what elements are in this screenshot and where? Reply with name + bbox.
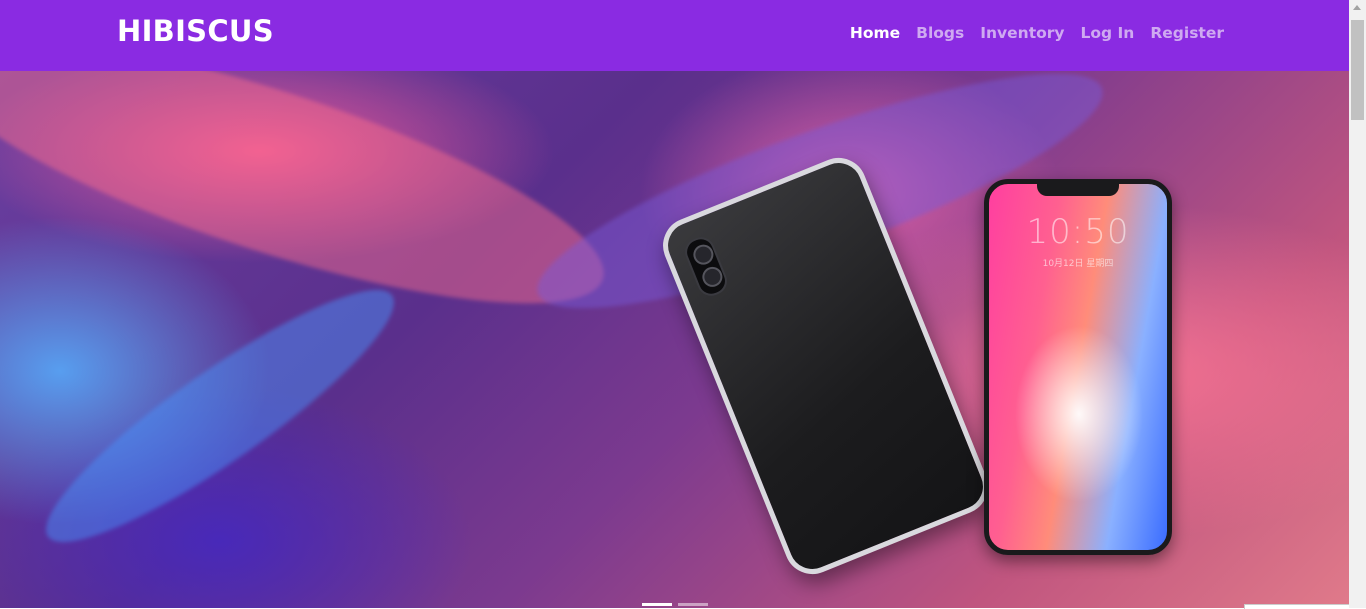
scroll-thumb[interactable] xyxy=(1351,20,1364,120)
hero-carousel[interactable]: 10:50 10月12日 星期四 xyxy=(0,71,1349,608)
phone-back-image xyxy=(654,149,997,583)
vertical-scrollbar[interactable] xyxy=(1349,0,1366,608)
nav-link-register[interactable]: Register xyxy=(1150,24,1224,42)
nav-link-login[interactable]: Log In xyxy=(1081,24,1135,42)
phone-notch xyxy=(1037,184,1119,196)
phone-camera-icon xyxy=(680,233,732,300)
phone-front-image: 10:50 10月12日 星期四 xyxy=(984,179,1172,555)
nav-links: Home Blogs Inventory Log In Register xyxy=(850,24,1224,42)
scroll-up-arrow-icon[interactable] xyxy=(1353,5,1361,10)
nav-link-inventory[interactable]: Inventory xyxy=(980,24,1064,42)
nav-link-blogs[interactable]: Blogs xyxy=(916,24,964,42)
brand-logo[interactable]: HIBISCUS xyxy=(117,14,274,48)
carousel-indicator-2[interactable] xyxy=(678,603,708,606)
phone-time: 10:50 xyxy=(1026,212,1130,252)
background-swirl xyxy=(22,258,418,574)
carousel-indicators xyxy=(642,603,708,606)
phone-date: 10月12日 星期四 xyxy=(1042,259,1114,269)
nav-link-home[interactable]: Home xyxy=(850,24,900,42)
carousel-indicator-1[interactable] xyxy=(642,603,672,606)
page-edge xyxy=(1244,604,1350,609)
navbar: HIBISCUS Home Blogs Inventory Log In Reg… xyxy=(0,0,1349,71)
